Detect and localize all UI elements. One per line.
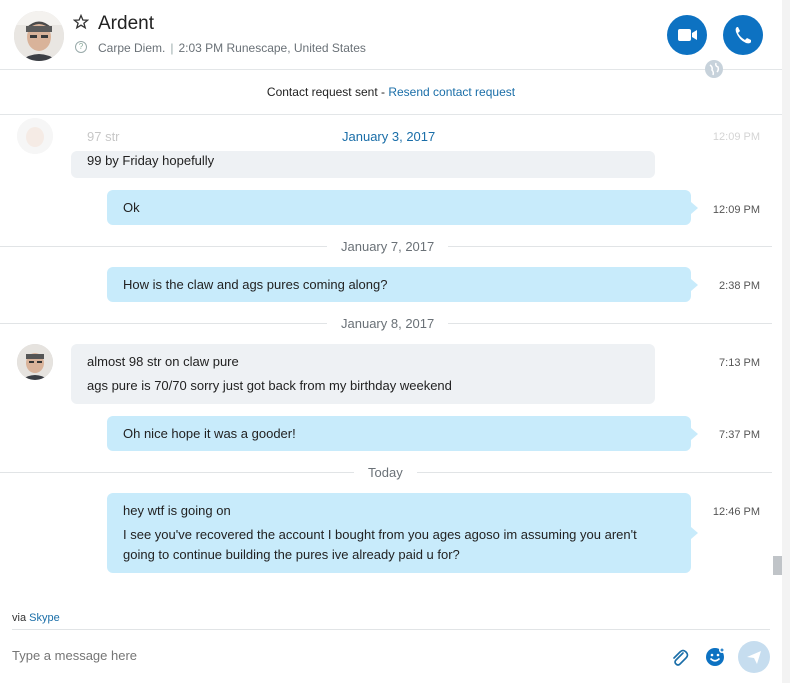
- message-text: I see you've recovered the account I bou…: [123, 527, 637, 542]
- message-text: going to continue building the pures ive…: [123, 547, 460, 562]
- message-text: How is the claw and ags pures coming alo…: [123, 277, 388, 292]
- incoming-message-bubble[interactable]: 99 by Friday hopefully: [71, 151, 655, 178]
- paperclip-icon[interactable]: [670, 648, 690, 668]
- scrollbar-track[interactable]: [782, 0, 790, 683]
- compose-divider: [12, 629, 770, 630]
- message-time: 12:46 PM: [712, 506, 760, 518]
- faded-message-text: 97 str: [87, 129, 120, 144]
- incoming-message-bubble[interactable]: almost 98 str on claw pure ags pure is 7…: [71, 344, 655, 404]
- message-time: 2:38 PM: [719, 280, 760, 292]
- status-icon: ?: [75, 41, 87, 53]
- message-time: 7:37 PM: [719, 429, 760, 441]
- message-text: Oh nice hope it was a gooder!: [123, 426, 296, 441]
- outgoing-message-bubble[interactable]: How is the claw and ags pures coming alo…: [107, 267, 698, 302]
- via-text: via: [12, 612, 30, 624]
- audio-call-button[interactable]: [723, 15, 763, 55]
- chat-history[interactable]: 97 str 12:09 PM 99 by Friday hopefully J…: [0, 115, 782, 605]
- via-skype-label: via Skype: [12, 612, 60, 624]
- contact-avatar-faded: [17, 118, 53, 154]
- mood-separator: |: [170, 41, 174, 55]
- date-separator: January 7, 2017: [327, 238, 449, 256]
- local-time-location: 2:03 PM Runescape, United States: [178, 41, 366, 55]
- mood-message: Carpe Diem.: [98, 41, 166, 55]
- message-text: 99 by Friday hopefully: [87, 153, 215, 168]
- faded-message-time: 12:09 PM: [712, 131, 760, 143]
- message-text: Ok: [123, 200, 140, 215]
- video-camera-icon: [678, 29, 697, 41]
- send-icon: [747, 651, 761, 664]
- date-separator: Today: [354, 464, 417, 482]
- contact-avatar[interactable]: [14, 11, 64, 61]
- message-text: ags pure is 70/70 sorry just got back fr…: [87, 378, 452, 393]
- contact-name[interactable]: Ardent: [98, 13, 154, 35]
- date-separator: January 8, 2017: [327, 315, 449, 333]
- skype-link[interactable]: Skype: [29, 612, 60, 624]
- scrollbar-thumb[interactable]: [773, 556, 782, 575]
- message-time: 12:09 PM: [712, 204, 760, 216]
- message-input[interactable]: [12, 648, 612, 663]
- outgoing-message-bubble[interactable]: Ok: [107, 190, 698, 225]
- favorite-star-icon[interactable]: [72, 13, 90, 30]
- contact-request-text: Contact request sent -: [266, 85, 389, 99]
- contact-mood-line: Carpe Diem. | 2:03 PM Runescape, United St…: [98, 41, 366, 55]
- contact-request-bar: Contact request sent - Resend contact re…: [0, 70, 782, 115]
- emoji-icon[interactable]: [704, 646, 726, 668]
- send-button[interactable]: [738, 641, 770, 673]
- video-call-button[interactable]: [667, 15, 707, 55]
- outgoing-message-bubble[interactable]: Oh nice hope it was a gooder!: [107, 416, 698, 451]
- resend-contact-request-link[interactable]: Resend contact request: [388, 85, 515, 99]
- message-text: hey wtf is going on: [123, 503, 231, 518]
- outgoing-message-bubble[interactable]: hey wtf is going on I see you've recover…: [107, 493, 698, 573]
- message-time: 7:13 PM: [719, 357, 760, 369]
- contact-avatar[interactable]: [17, 344, 53, 380]
- message-text: almost 98 str on claw pure: [87, 354, 239, 369]
- conversation-header: Ardent ? Carpe Diem. | 2:03 PM Runescape, …: [0, 0, 782, 78]
- phone-icon: [735, 27, 751, 44]
- sticky-date-header: January 3, 2017: [342, 129, 436, 144]
